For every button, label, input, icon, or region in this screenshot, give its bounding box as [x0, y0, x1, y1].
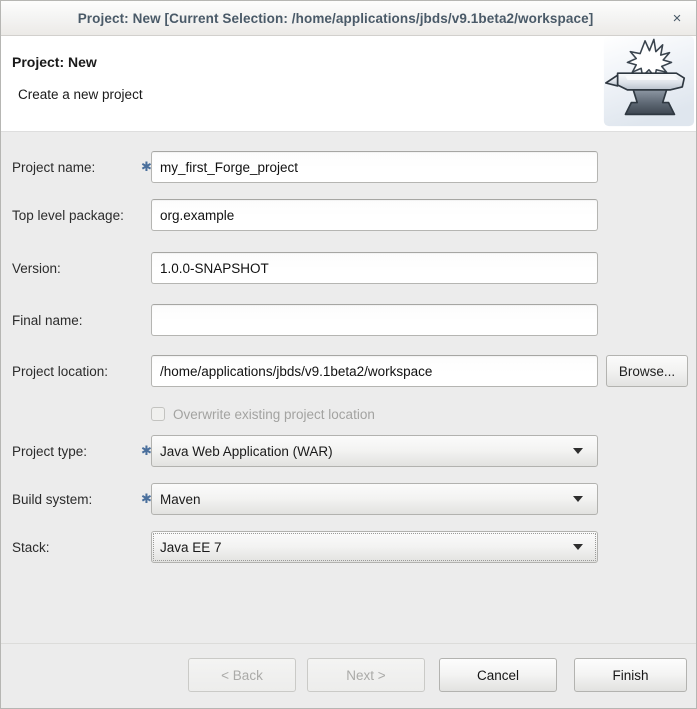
overwrite-checkbox-label: Overwrite existing project location — [173, 406, 375, 422]
anvil-icon — [603, 35, 695, 127]
field-row-version: Version: 1.0.0-SNAPSHOT — [1, 252, 697, 284]
chevron-down-icon — [573, 448, 583, 454]
label-project-location: Project location: — [12, 363, 109, 379]
required-marker-project-type: ✱ — [141, 443, 152, 459]
project-location-input[interactable]: /home/applications/jbds/v9.1beta2/worksp… — [151, 355, 598, 387]
label-top-level-package: Top level package: — [12, 207, 124, 223]
overwrite-checkbox-row: Overwrite existing project location — [151, 402, 375, 426]
stack-dropdown[interactable]: Java EE 7 — [151, 531, 598, 563]
form-body: Project name: ✱ my_first_Forge_project T… — [1, 132, 696, 643]
chevron-down-icon — [573, 544, 583, 550]
required-marker-project-name: ✱ — [141, 159, 152, 175]
dialog-header: Project: New Create a new project — [1, 35, 696, 132]
field-row-top-level-package: Top level package: org.example — [1, 199, 697, 231]
dialog-window: Project: New [Current Selection: /home/a… — [0, 0, 697, 709]
build-system-dropdown[interactable]: Maven — [151, 483, 598, 515]
label-project-name: Project name: — [12, 159, 96, 175]
page-title: Project: New — [12, 54, 97, 70]
label-project-type: Project type: — [12, 443, 88, 459]
required-marker-build-system: ✱ — [141, 491, 152, 507]
label-stack: Stack: — [12, 539, 50, 555]
overwrite-checkbox — [151, 407, 165, 421]
page-subtitle: Create a new project — [18, 87, 143, 102]
project-name-input[interactable]: my_first_Forge_project — [151, 151, 598, 183]
browse-button[interactable]: Browse... — [606, 355, 688, 387]
window-titlebar: Project: New [Current Selection: /home/a… — [1, 1, 696, 36]
label-final-name: Final name: — [12, 312, 83, 328]
dialog-footer: < Back Next > Cancel Finish — [1, 643, 696, 708]
project-type-dropdown[interactable]: Java Web Application (WAR) — [151, 435, 598, 467]
label-version: Version: — [12, 260, 61, 276]
version-input[interactable]: 1.0.0-SNAPSHOT — [151, 252, 598, 284]
back-button[interactable]: < Back — [188, 658, 296, 692]
field-row-stack: Stack: Java EE 7 — [1, 531, 697, 563]
finish-button[interactable]: Finish — [574, 658, 687, 692]
label-build-system: Build system: — [12, 491, 93, 507]
stack-value: Java EE 7 — [160, 539, 222, 555]
field-row-build-system: Build system: ✱ Maven — [1, 483, 697, 515]
close-icon[interactable]: × — [666, 7, 688, 29]
top-level-package-input[interactable]: org.example — [151, 199, 598, 231]
field-row-project-name: Project name: ✱ my_first_Forge_project — [1, 151, 697, 183]
cancel-button[interactable]: Cancel — [439, 658, 557, 692]
field-row-final-name: Final name: — [1, 304, 697, 336]
field-row-project-type: Project type: ✱ Java Web Application (WA… — [1, 435, 697, 467]
field-row-project-location: Project location: /home/applications/jbd… — [1, 355, 697, 387]
final-name-input[interactable] — [151, 304, 598, 336]
window-title: Project: New [Current Selection: /home/a… — [77, 10, 594, 26]
project-type-value: Java Web Application (WAR) — [160, 443, 333, 459]
build-system-value: Maven — [160, 491, 201, 507]
next-button[interactable]: Next > — [307, 658, 425, 692]
chevron-down-icon — [573, 496, 583, 502]
